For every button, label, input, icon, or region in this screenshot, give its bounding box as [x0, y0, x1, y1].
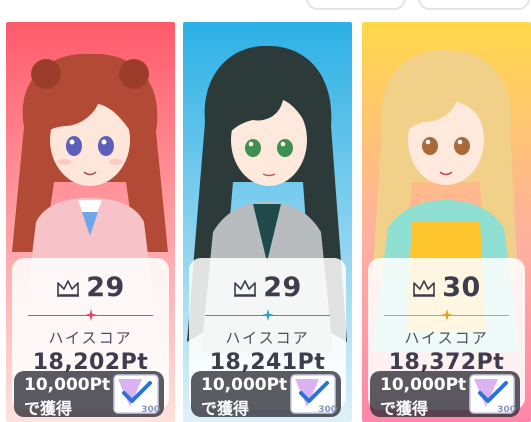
- crown-icon: [413, 279, 436, 297]
- ticket-count: 300: [141, 405, 160, 415]
- reward-points: 10,000Pt: [24, 375, 111, 395]
- ranking-card[interactable]: 29 ハイスコア 18,241Pt 10,000Pt で獲得 300: [183, 22, 352, 422]
- highscore-label: ハイスコア: [404, 329, 489, 347]
- reward-action: で獲得: [380, 399, 429, 418]
- reward-badge[interactable]: 10,000Pt で獲得 300: [191, 371, 341, 418]
- crown-icon: [234, 279, 257, 297]
- ranking-card[interactable]: 30 ハイスコア 18,372Pt 10,000Pt で獲得 300: [362, 22, 531, 422]
- top-tab-right[interactable]: [418, 0, 530, 10]
- highscore-label: ハイスコア: [225, 329, 310, 347]
- rank-number: 29: [86, 272, 125, 303]
- ticket-count: 300: [318, 405, 337, 415]
- rank-row: 29: [189, 272, 346, 303]
- ticket-count: 300: [497, 405, 516, 415]
- rank-row: 30: [368, 272, 525, 303]
- accent-divider: [28, 309, 153, 321]
- reward-points: 10,000Pt: [201, 375, 288, 395]
- sparkle-icon: [440, 309, 453, 321]
- sparkle-icon: [261, 309, 274, 321]
- rank-row: 29: [12, 272, 169, 303]
- rank-number: 29: [263, 272, 302, 303]
- top-tab-left[interactable]: [306, 0, 406, 10]
- reward-points: 10,000Pt: [380, 375, 467, 395]
- sparkle-icon: [84, 309, 97, 321]
- reward-action: で獲得: [24, 399, 73, 418]
- reward-badge[interactable]: 10,000Pt で獲得 300: [14, 371, 164, 418]
- accent-divider: [384, 309, 509, 321]
- accent-divider: [205, 309, 330, 321]
- ranking-card[interactable]: 29 ハイスコア 18,202Pt 10,000Pt で獲得 300: [6, 22, 175, 422]
- crown-icon: [57, 279, 80, 297]
- highscore-label: ハイスコア: [48, 329, 133, 347]
- reward-action: で獲得: [201, 399, 250, 418]
- rank-number: 30: [442, 272, 481, 303]
- reward-badge[interactable]: 10,000Pt で獲得 300: [370, 371, 520, 418]
